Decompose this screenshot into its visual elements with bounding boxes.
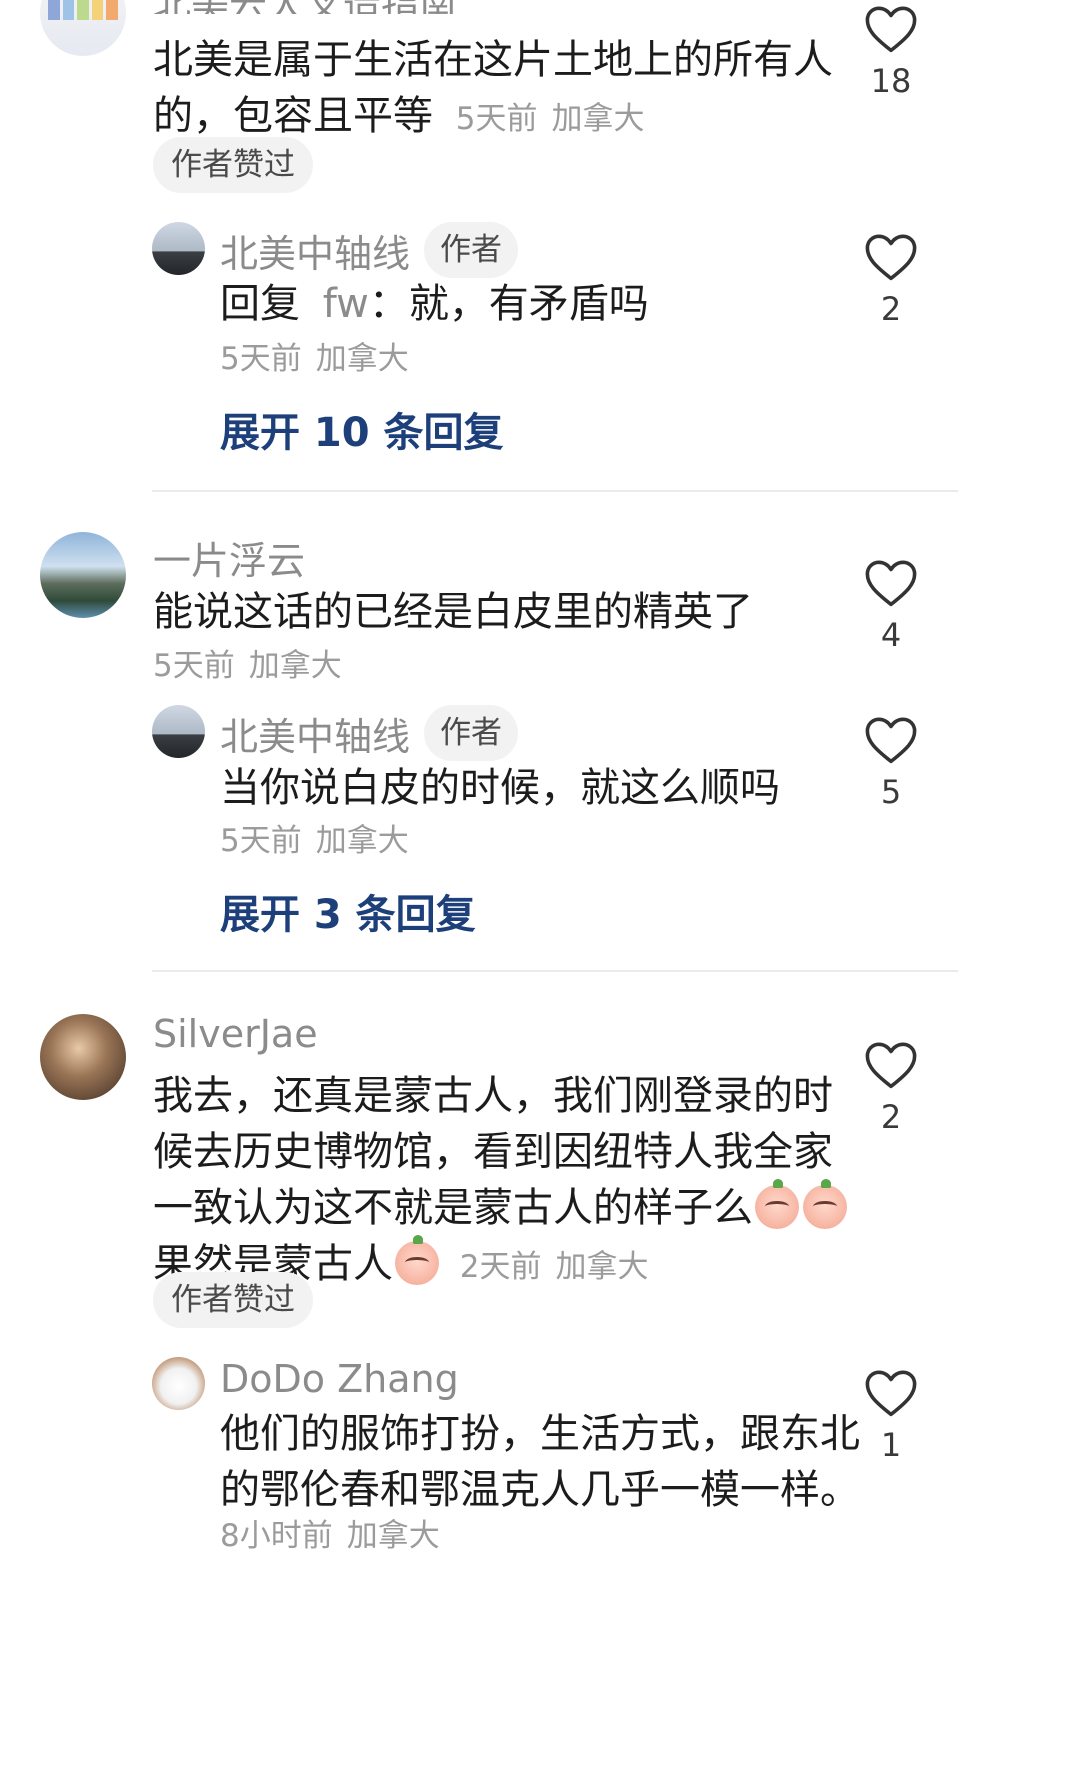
- peach-face-emoji-icon: [755, 1179, 799, 1229]
- comment-username[interactable]: 北美云大叉造指南: [153, 0, 457, 14]
- heart-outline-icon: [865, 234, 917, 281]
- reply-avatar[interactable]: [152, 705, 205, 758]
- divider: [152, 490, 958, 492]
- expand-replies-link[interactable]: 展开 3 条回复: [220, 882, 476, 940]
- reply-meta: 5天前 加拿大: [220, 333, 409, 378]
- reply-time: 5天前: [220, 823, 302, 859]
- reply-meta: 8小时前 加拿大: [220, 1510, 440, 1555]
- comment-meta: 5天前 加拿大: [153, 640, 342, 685]
- reply-header: 北美中轴线 作者: [220, 705, 519, 761]
- expand-replies-link[interactable]: 展开 10 条回复: [220, 400, 504, 458]
- comment-avatar[interactable]: [40, 1014, 126, 1100]
- reply-text: 回复 fw：就，有矛盾吗: [220, 281, 649, 327]
- comment-meta: 5天前 加拿大: [456, 101, 645, 137]
- reply-text: 他们的服饰打扮，生活方式，跟东北 的鄂伦春和鄂温克人几乎一模一样。: [220, 1406, 860, 1518]
- reply-username[interactable]: 北美中轴线: [220, 223, 410, 278]
- heart-outline-icon: [865, 717, 917, 764]
- heart-outline-icon: [865, 6, 917, 53]
- reply-meta: 5天前 加拿大: [220, 815, 409, 860]
- comment-location: 加拿大: [551, 101, 645, 137]
- comment-text: 我去，还真是蒙古人，我们刚登录的时 候去历史博物馆，看到因纽特人我全家 一致认为…: [153, 1068, 853, 1295]
- like-count: 1: [880, 1426, 902, 1464]
- like-button[interactable]: 2: [856, 232, 926, 328]
- reply-header: 北美中轴线 作者: [220, 222, 519, 278]
- comment-avatar[interactable]: [40, 532, 126, 618]
- divider: [152, 970, 958, 972]
- comment-time: 2天前: [459, 1249, 542, 1285]
- heart-outline-icon: [865, 1042, 917, 1089]
- author-liked-badge: 作者赞过: [153, 137, 313, 193]
- like-count: 2: [880, 1098, 902, 1136]
- reply-avatar[interactable]: [152, 1357, 205, 1410]
- reply-username[interactable]: 北美中轴线: [220, 706, 410, 761]
- comment-username[interactable]: 一片浮云: [153, 530, 305, 585]
- comment-text-line: 候去历史博物馆，看到因纽特人我全家: [153, 1129, 833, 1175]
- comment-location: 加拿大: [248, 648, 342, 684]
- comment-text-line: 一致认为这不就是蒙古人的样子么: [153, 1185, 753, 1231]
- reply-location: 加拿大: [315, 341, 409, 377]
- comment-location: 加拿大: [555, 1249, 649, 1285]
- like-count: 5: [880, 773, 902, 811]
- reply-text-content: 就，有矛盾吗: [408, 281, 649, 327]
- comment-time: 5天前: [153, 648, 235, 684]
- like-count: 2: [880, 290, 902, 328]
- comment-username[interactable]: SilverJae: [153, 1012, 318, 1056]
- like-button[interactable]: 5: [856, 715, 926, 811]
- reply-time: 5天前: [220, 341, 302, 377]
- comment-meta: 2天前 加拿大: [460, 1249, 649, 1285]
- comment-text: 北美是属于生活在这片土地上的所有人的，包容且平等 5天前 加拿大: [153, 32, 833, 147]
- heart-outline-icon: [865, 560, 917, 607]
- like-count: 18: [870, 62, 912, 100]
- peach-face-emoji-icon: [803, 1179, 847, 1229]
- comment-avatar[interactable]: [40, 0, 126, 56]
- comment-text-line: 我去，还真是蒙古人，我们刚登录的时: [153, 1073, 833, 1119]
- author-tag: 作者: [424, 222, 519, 278]
- comment-text-line-with-emoji: 一致认为这不就是蒙古人的样子么: [153, 1179, 853, 1236]
- reply-to-user[interactable]: fw: [323, 281, 369, 327]
- author-liked-badge: 作者赞过: [153, 1272, 313, 1328]
- reply-location: 加拿大: [346, 1518, 440, 1554]
- like-button[interactable]: 2: [856, 1040, 926, 1136]
- like-button[interactable]: 4: [856, 558, 926, 654]
- comment-text: 能说这话的已经是白皮里的精英了: [153, 589, 753, 635]
- comment-time: 5天前: [455, 101, 538, 137]
- reply-location: 加拿大: [315, 823, 409, 859]
- reply-text: 当你说白皮的时候，就这么顺吗: [220, 765, 780, 811]
- author-tag: 作者: [424, 705, 519, 761]
- reply-username[interactable]: DoDo Zhang: [220, 1357, 459, 1401]
- like-count: 4: [880, 616, 902, 654]
- like-button[interactable]: 1: [856, 1368, 926, 1464]
- reply-time: 8小时前: [220, 1518, 333, 1554]
- reply-prefix: 回复: [220, 281, 300, 327]
- reply-avatar[interactable]: [152, 222, 205, 275]
- crying-face-emoji-icon: [395, 1235, 439, 1285]
- like-button[interactable]: 18: [856, 4, 926, 100]
- heart-outline-icon: [865, 1370, 917, 1417]
- reply-text-line: 他们的服饰打扮，生活方式，跟东北: [220, 1411, 860, 1457]
